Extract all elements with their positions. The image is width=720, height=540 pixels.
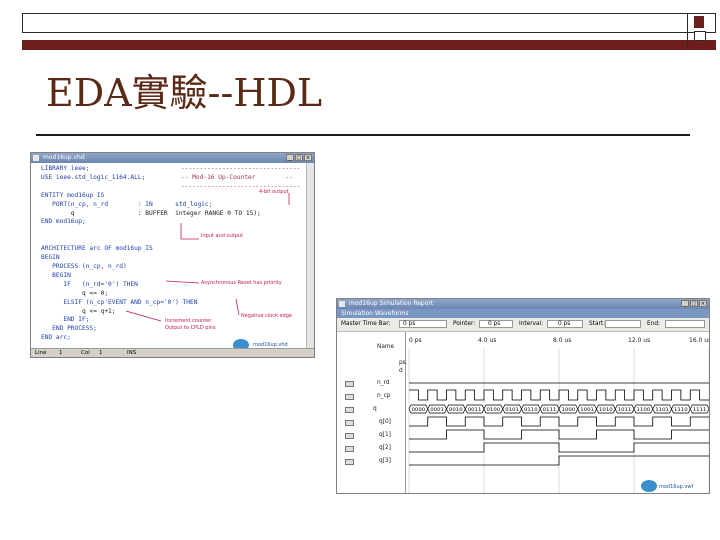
start-label: Start:	[589, 321, 606, 327]
master-time-bar-field[interactable]: 0 ps	[399, 320, 447, 328]
bus-value-label: 1010	[599, 407, 613, 413]
wave-q-bit	[409, 442, 709, 453]
bus-value-label: 0001	[430, 407, 444, 413]
signal-type-icon	[345, 459, 354, 465]
bus-value-label: 1111	[693, 407, 707, 413]
pointer-field[interactable]: 0 ps	[479, 320, 513, 328]
bus-value-label: 1000	[562, 407, 576, 413]
wave-n-cp	[409, 389, 709, 401]
bus-value-label: 0111	[543, 407, 557, 413]
title-divider	[36, 134, 690, 136]
wave-q-bit	[409, 416, 709, 427]
status-col-value: 1	[99, 350, 103, 356]
bus-value-label: 0011	[468, 407, 482, 413]
time-tick-label: 4.0 us	[478, 337, 496, 344]
time-tick-label: 8.0 us	[553, 337, 571, 344]
signal-name[interactable]: n_rd	[377, 380, 390, 386]
bus-value-label: 1001	[580, 407, 594, 413]
signal-name-panel: Name n_rd n_cpq q[0] q[1] q[2] q[3] ps d	[343, 332, 406, 493]
time-tick-label: 0 ps	[409, 337, 422, 344]
value-column-cell: ps	[399, 360, 406, 366]
status-col-label: Col	[81, 350, 90, 356]
wave-q-bit	[409, 455, 709, 466]
bus-value-label: 0110	[524, 407, 538, 413]
minimize-icon[interactable]: _	[681, 300, 689, 307]
end-field[interactable]	[665, 320, 705, 328]
signal-name[interactable]: q[1]	[379, 432, 391, 438]
waveform-svg: 0 ps 4.0 us 8.0 us 12.0 us 16.0 us 0000 0001 00…	[408, 337, 709, 493]
signal-type-icon	[345, 407, 354, 413]
ornament-square-filled	[694, 16, 704, 28]
signal-type-icon	[345, 433, 354, 439]
signal-type-icon	[345, 394, 354, 400]
pointer-label: Pointer:	[453, 321, 476, 327]
time-tick-label: 16.0 us	[689, 337, 709, 344]
signal-name[interactable]: q[3]	[379, 458, 391, 464]
time-tick-label: 12.0 us	[628, 337, 650, 344]
bus-value-label: 1110	[674, 407, 688, 413]
slide-title: EDA實驗--HDL	[46, 71, 323, 115]
sim-body: Name n_rd n_cpq q[0] q[1] q[2] q[3] ps d 0 ps 4.…	[337, 332, 709, 493]
wave-q-bit	[409, 429, 709, 440]
bus-value-label: 0101	[505, 407, 519, 413]
sim-logo-caption: mod16up.vwf	[659, 484, 694, 490]
logo-icon	[641, 480, 657, 492]
signal-type-icon	[345, 446, 354, 452]
sim-toolbar: Master Time Bar: 0 ps Pointer: 0 ps Inte…	[337, 318, 709, 332]
signal-name[interactable]: n_cp	[377, 393, 390, 399]
sim-window-controls: _ □ ×	[681, 300, 707, 307]
sim-subtitle: Simulation Waveforms	[337, 309, 709, 318]
signal-name[interactable]: q[2]	[379, 445, 391, 451]
status-mode: INS	[127, 350, 137, 356]
signal-type-icon	[345, 381, 354, 387]
editor-status-bar: Line 1 Col 1 INS	[31, 348, 314, 357]
interval-field[interactable]: 0 ps	[547, 320, 583, 328]
sim-window-title: mod16up Simulation Report	[349, 300, 434, 307]
interval-label: Interval:	[519, 321, 544, 327]
simulation-report-window: mod16up Simulation Report _ □ × Simulati…	[336, 298, 710, 494]
maximize-icon[interactable]: □	[690, 300, 698, 307]
vhdl-editor-window: mod16up.vhd _ □ × LIBRARY ieee; USE ieee.…	[30, 152, 315, 358]
waveform-panel: 0 ps 4.0 us 8.0 us 12.0 us 16.0 us 0000 0001 00…	[407, 332, 709, 493]
bus-value-label: 0100	[487, 407, 501, 413]
header-band	[22, 13, 716, 33]
ornament-square-outline	[694, 31, 706, 41]
signal-type-icon	[345, 420, 354, 426]
value-column-cell: d	[399, 368, 403, 374]
end-label: End:	[647, 321, 660, 327]
master-time-bar-label: Master Time Bar:	[341, 321, 391, 327]
bus-value-label: 0010	[449, 407, 463, 413]
sim-window-icon	[339, 301, 345, 307]
close-icon[interactable]: ×	[699, 300, 707, 307]
status-line-label: Line	[35, 350, 47, 356]
header-accent-band	[22, 40, 716, 50]
bus-value-label: 0000	[412, 407, 426, 413]
bus-value-label: 1101	[655, 407, 669, 413]
signal-name[interactable]: q	[373, 406, 377, 412]
bus-value-label: 1100	[637, 407, 651, 413]
slide-header-bar	[22, 13, 716, 50]
sim-title-bar: mod16up Simulation Report _ □ ×	[337, 299, 709, 309]
name-column-header: Name	[377, 344, 395, 350]
annotation-pointers	[125, 193, 290, 322]
header-corner-ornament	[687, 13, 716, 50]
signal-name[interactable]: q[0]	[379, 419, 391, 425]
start-field[interactable]	[605, 320, 641, 328]
bus-value-label: 1011	[618, 407, 632, 413]
status-line-value: 1	[59, 350, 63, 356]
